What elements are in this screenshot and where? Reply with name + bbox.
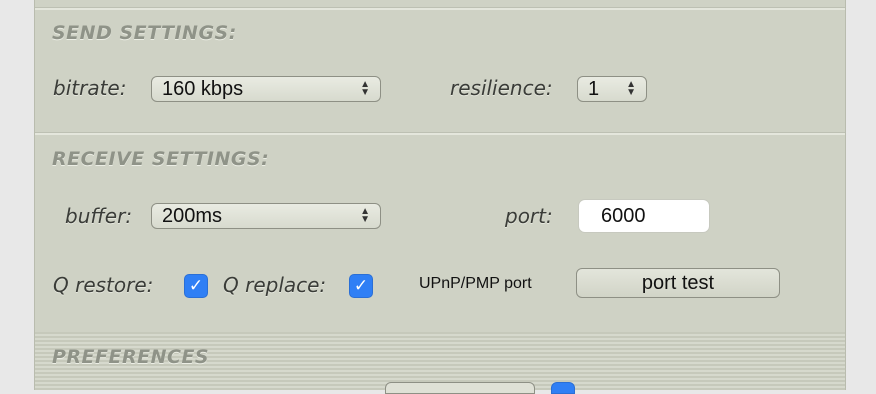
upnp-pmp-port-label: UPnP/PMP port [419,275,532,292]
receive-settings-title: RECEIVE SETTINGS: [52,148,270,170]
top-divider [35,7,845,10]
updown-chevron-icon: ▲ ▼ [626,79,636,98]
port-input[interactable]: 6000 [578,199,710,233]
buffer-select[interactable]: 200ms ▲ ▼ [151,203,381,229]
port-label: port: [505,204,553,228]
updown-chevron-icon: ▲ ▼ [360,79,370,98]
q-replace-label: Q replace: [223,273,327,297]
send-divider [35,132,845,135]
buffer-label: buffer: [65,204,133,228]
resilience-select[interactable]: 1 ▲ ▼ [577,76,647,102]
q-restore-checkbox[interactable]: ✓ [184,274,208,298]
port-test-button[interactable]: port test [576,268,780,298]
preferences-title: PREFERENCES [52,346,210,368]
resilience-value: 1 [588,77,600,100]
buffer-value: 200ms [162,204,223,227]
bitrate-label: bitrate: [53,76,127,100]
send-settings-title: SEND SETTINGS: [52,22,237,44]
q-replace-checkbox[interactable]: ✓ [349,274,373,298]
port-value: 6000 [601,204,646,227]
preferences-checkbox-partial[interactable] [551,382,575,394]
checkmark-icon: ✓ [353,276,369,296]
port-test-label: port test [641,271,715,294]
bitrate-select[interactable]: 160 kbps ▲ ▼ [151,76,381,102]
q-restore-label: Q restore: [53,273,154,297]
preferences-select-partial[interactable] [385,382,535,394]
updown-chevron-icon: ▲ ▼ [360,206,370,225]
settings-panel: SEND SETTINGS: bitrate: 160 kbps ▲ ▼ resi… [34,0,846,394]
bitrate-value: 160 kbps [162,77,244,100]
checkmark-icon: ✓ [188,276,204,296]
resilience-label: resilience: [450,76,553,100]
